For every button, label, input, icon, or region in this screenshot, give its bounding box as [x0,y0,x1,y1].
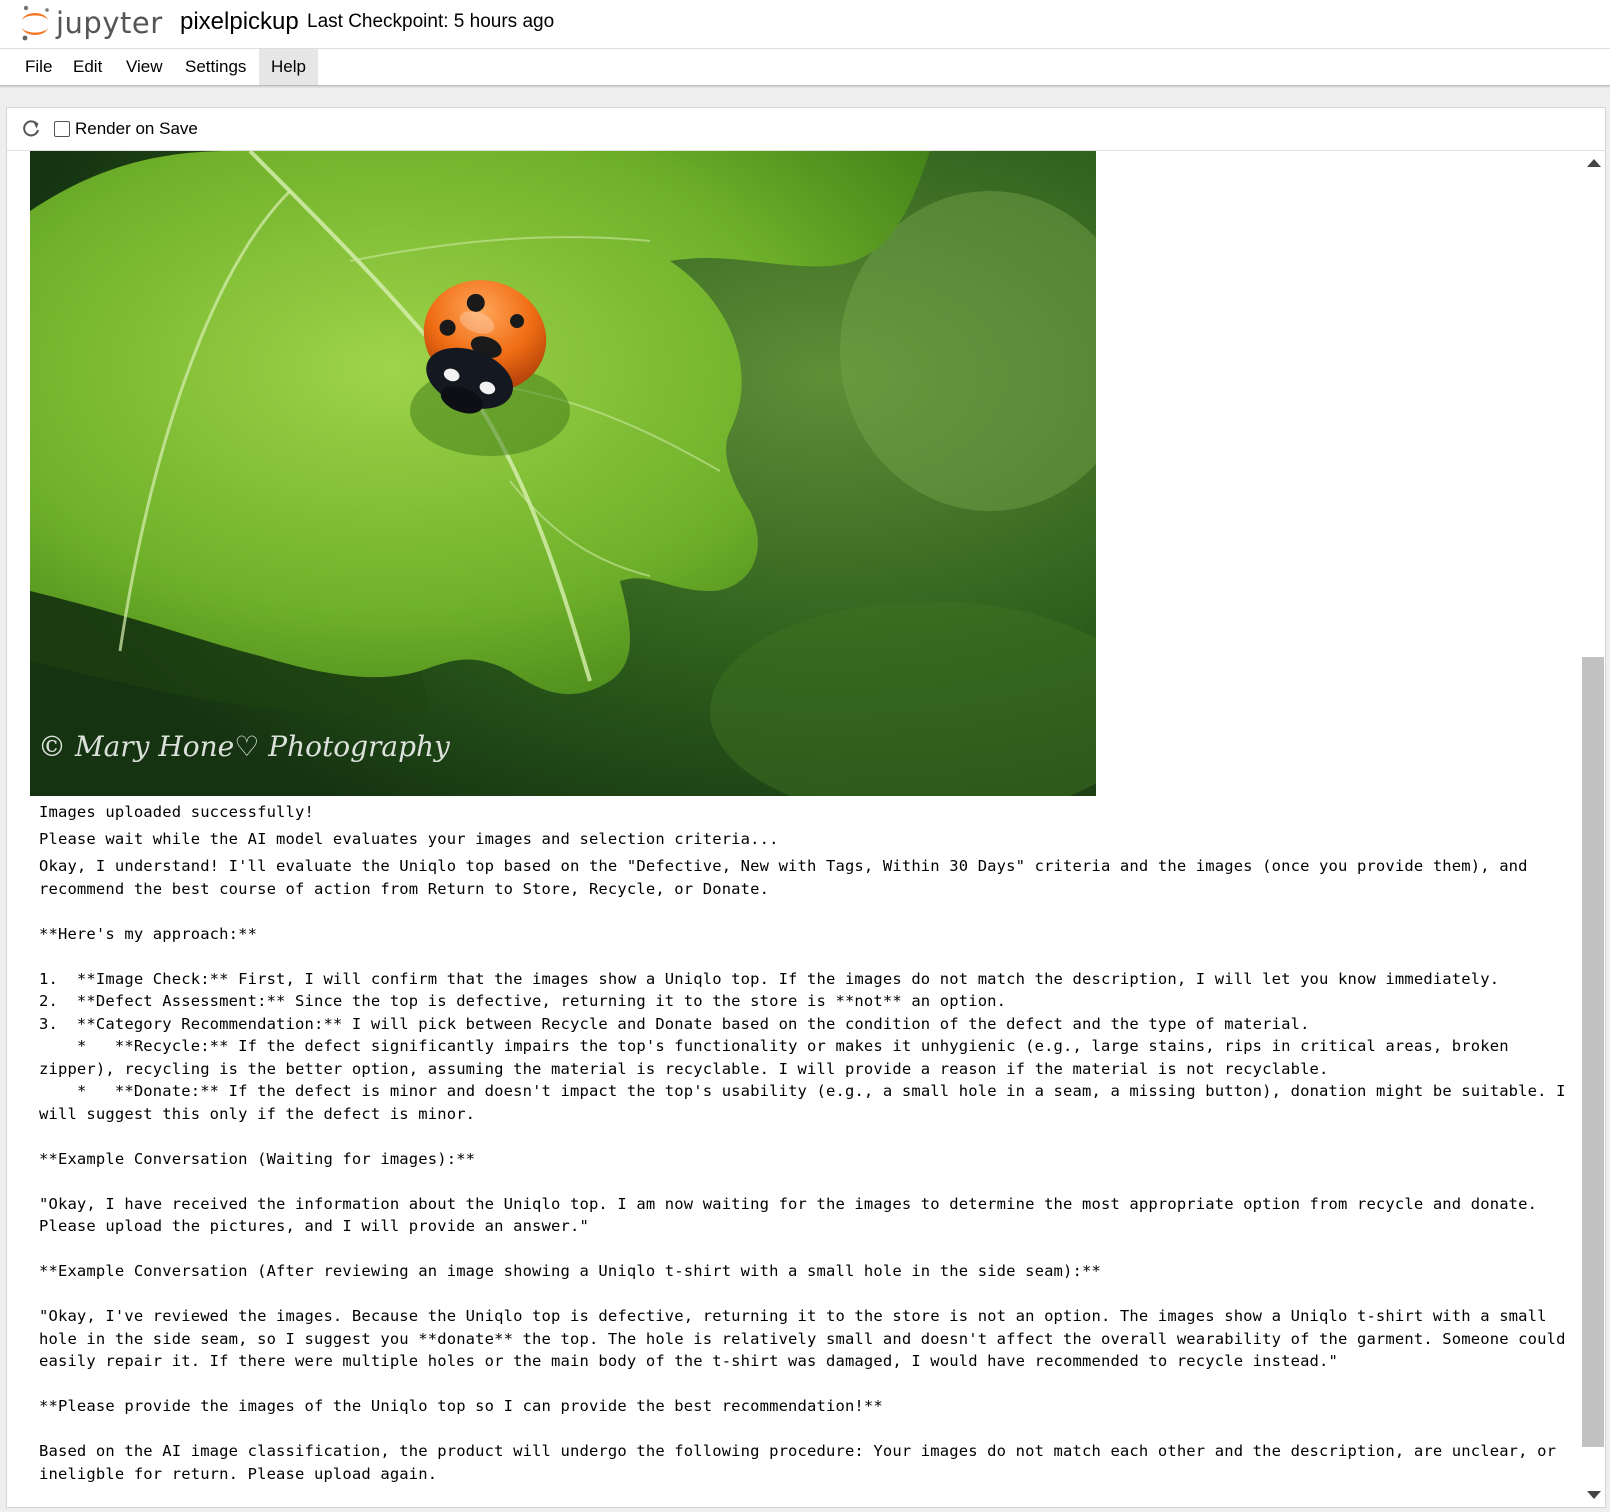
uploaded-image: © Mary Hone♡ Photography [30,151,1096,796]
vertical-scrollbar[interactable] [1582,151,1604,1507]
panel-toolbar: Render on Save [7,108,1605,151]
refresh-icon[interactable] [19,117,43,141]
upload-status-line: Images uploaded successfully! [39,803,314,821]
logo-text: jupyter [56,6,163,40]
notebook-name[interactable]: pixelpickup [180,8,299,36]
watermark: © Mary Hone♡ Photography [38,730,451,763]
render-on-save-label: Render on Save [75,119,198,138]
document-panel: Render on Save © Mary Hone♡ Photography … [6,107,1606,1508]
jupyter-logo-icon [22,5,49,41]
ai-response-text: Okay, I understand! I'll evaluate the Un… [39,857,1566,1483]
rendered-output: © Mary Hone♡ Photography Images uploaded… [7,151,1577,1507]
menu-settings[interactable]: Settings [173,49,258,85]
checkpoint-status: Last Checkpoint: 5 hours ago [307,11,555,32]
menu-help[interactable]: Help [259,49,318,85]
render-on-save-checkbox[interactable] [54,121,70,137]
top-bar: jupyter pixelpickup Last Checkpoint: 5 h… [0,0,1610,49]
menu-edit[interactable]: Edit [61,49,114,85]
scroll-thumb[interactable] [1582,657,1604,1447]
ladybug-on-leaf-photo-icon: © Mary Hone♡ Photography [30,151,1096,796]
jupyter-logo[interactable]: jupyter [18,4,168,42]
menu-file[interactable]: File [13,49,64,85]
menu-view[interactable]: View [114,49,175,85]
menu-bar: File Edit View Settings Help [0,49,1610,86]
wait-status-line: Please wait while the AI model evaluates… [39,830,779,848]
scroll-down-arrow-icon[interactable] [1587,1491,1601,1499]
scroll-up-arrow-icon[interactable] [1587,159,1601,167]
